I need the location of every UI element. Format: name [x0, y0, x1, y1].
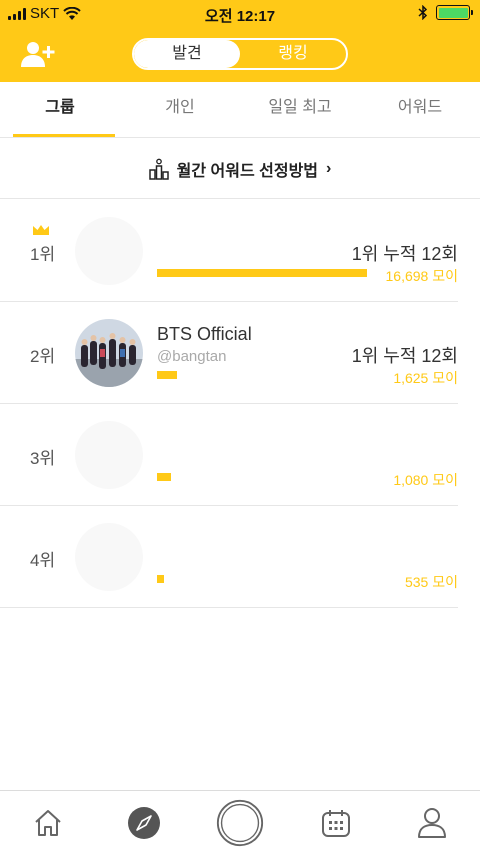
nav-home[interactable] — [24, 801, 72, 845]
score-bar — [157, 473, 171, 481]
rank-label: 3위 — [30, 449, 56, 468]
status-right — [418, 5, 473, 20]
bottom-nav — [0, 790, 480, 854]
home-icon — [35, 810, 61, 836]
moi-count: 1,625 모이 — [393, 370, 458, 386]
tab-individual[interactable]: 개인 — [120, 82, 240, 137]
segment-discover[interactable]: 발견 — [134, 40, 240, 68]
top-header: 발견 랭킹 — [0, 28, 480, 82]
ranking-row[interactable]: 2위 BTS Official @bangtan 1위 누적 12회 1,625… — [0, 302, 458, 404]
segmented-control: 발견 랭킹 — [132, 38, 348, 70]
rank-label: 2위 — [30, 347, 56, 366]
nav-calendar[interactable] — [312, 801, 360, 845]
score-bar — [157, 575, 164, 583]
monthly-award-link[interactable]: 월간 어워드 선정방법 › — [0, 139, 480, 199]
score-bar — [157, 269, 367, 277]
crown-icon — [33, 225, 49, 235]
tab-daily-best[interactable]: 일일 최고 — [240, 82, 360, 137]
cumulative-label: 1위 누적 12회 — [351, 346, 458, 366]
tab-award[interactable]: 어워드 — [360, 82, 480, 137]
record-button-icon — [216, 799, 264, 847]
moi-count: 535 모이 — [404, 574, 458, 590]
status-bar: SKT 오전 12:17 — [0, 0, 480, 28]
profile-icon — [418, 808, 446, 838]
nav-record[interactable] — [216, 799, 264, 847]
segment-ranking[interactable]: 랭킹 — [240, 40, 346, 68]
calendar-icon — [322, 810, 350, 837]
ranking-row[interactable]: 4위 535 모이 — [0, 506, 458, 608]
cumulative-label: 1위 누적 12회 — [351, 244, 458, 264]
moi-count: 1,080 모이 — [393, 472, 458, 488]
add-user-icon[interactable] — [20, 40, 56, 68]
bluetooth-icon — [418, 5, 428, 20]
ranking-tabs: 그룹 개인 일일 최고 어워드 — [0, 82, 480, 138]
tab-group[interactable]: 그룹 — [0, 82, 120, 137]
avatar[interactable] — [75, 319, 143, 387]
podium-icon — [148, 158, 169, 180]
ranking-row[interactable]: 1위 1위 누적 12회 16,698 모이 — [0, 200, 458, 302]
avatar[interactable] — [75, 523, 143, 591]
chevron-right-icon: › — [326, 159, 332, 177]
avatar[interactable] — [75, 421, 143, 489]
nav-discover[interactable] — [120, 801, 168, 845]
rank-label: 4위 — [30, 551, 56, 570]
group-handle: @bangtan — [157, 348, 227, 365]
avatar[interactable] — [75, 217, 143, 285]
group-name: BTS Official — [157, 324, 252, 344]
ranking-list: 1위 1위 누적 12회 16,698 모이 2위 BTS Official @… — [0, 200, 480, 608]
nav-profile[interactable] — [408, 801, 456, 845]
ranking-row[interactable]: 3위 1,080 모이 — [0, 404, 458, 506]
moi-count: 16,698 모이 — [385, 268, 458, 284]
clock: 오전 12:17 — [204, 8, 276, 25]
rank-label: 1위 — [30, 245, 56, 264]
award-banner-label: 월간 어워드 선정방법 — [176, 162, 319, 180]
score-bar — [157, 371, 177, 379]
compass-icon — [128, 807, 160, 839]
battery-icon — [436, 5, 473, 20]
